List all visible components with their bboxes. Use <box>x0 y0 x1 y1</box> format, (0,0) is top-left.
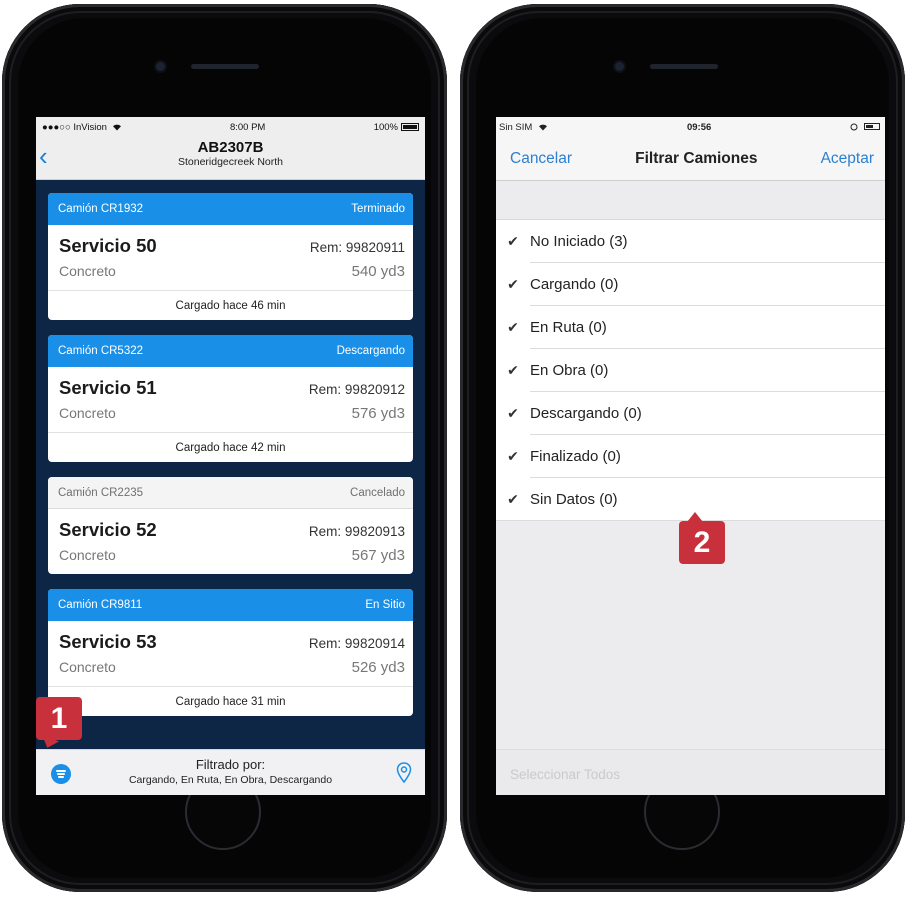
loaded-time: Cargado hace 31 min <box>48 686 413 716</box>
screen-filter-trucks: Sin SIM 09:56 Cancelar Filtrar Camiones … <box>496 117 885 795</box>
earpiece-speaker <box>191 64 259 69</box>
truck-card[interactable]: Camión CR2235 Cancelado Servicio 52 Rem: … <box>48 477 413 574</box>
remission-number: Rem: 99820912 <box>308 382 405 397</box>
cancel-button[interactable]: Cancelar <box>510 150 572 168</box>
carrier-label: ●●●○○ InVision <box>42 122 122 133</box>
status-icons <box>850 122 880 133</box>
filter-option-descargando[interactable]: ✔ Descargando (0) <box>496 392 885 435</box>
page-subtitle: Stoneridgecreek North <box>177 156 284 168</box>
wifi-icon <box>112 124 121 131</box>
material: Concreto <box>59 659 116 675</box>
truck-id: Camión CR2235 <box>58 486 144 499</box>
material: Concreto <box>59 547 116 563</box>
truck-list: Camión CR1932 Terminado Servicio 50 Rem: … <box>36 180 425 716</box>
material: Concreto <box>59 405 116 421</box>
checkmark-icon: ✔ <box>507 362 519 378</box>
clock: 09:56 <box>686 121 712 133</box>
front-camera <box>156 62 165 71</box>
filter-option-no-iniciado[interactable]: ✔ No Iniciado (3) <box>496 220 885 263</box>
screen-truck-list: ●●●○○ InVision 8:00 PM 100% ‹ AB2307B St… <box>36 117 425 795</box>
checkmark-icon: ✔ <box>507 405 519 421</box>
remission-number: Rem: 99820911 <box>309 240 405 255</box>
material: Concreto <box>59 263 116 279</box>
page-title: AB2307B <box>197 139 264 156</box>
truck-card[interactable]: Camión CR9811 En Sitio Servicio 53 Rem: 9… <box>48 589 413 716</box>
accept-button[interactable]: Aceptar <box>821 150 874 168</box>
status-bar: Sin SIM 09:56 <box>496 117 885 137</box>
card-header: Camión CR1932 Terminado <box>48 193 413 225</box>
battery-indicator: 100% <box>374 122 419 133</box>
orientation-lock-icon <box>850 123 858 131</box>
navigation-bar: ‹ AB2307B Stoneridgecreek North <box>36 137 425 180</box>
filter-options-list: ✔ No Iniciado (3) ✔ Cargando (0) ✔ En Ruta … <box>496 220 885 521</box>
battery-icon <box>401 122 419 131</box>
map-pin-icon[interactable] <box>396 762 412 784</box>
earpiece-speaker <box>650 64 718 69</box>
card-header: Camión CR5322 Descargando <box>48 335 413 367</box>
service-name: Servicio 52 <box>59 519 157 540</box>
filter-icon[interactable] <box>51 764 71 784</box>
wifi-icon <box>538 124 547 131</box>
truck-id: Camión CR9811 <box>58 599 143 611</box>
remission-number: Rem: 99820914 <box>308 636 405 651</box>
card-header: Camión CR2235 Cancelado <box>48 477 413 509</box>
truck-id: Camión CR1932 <box>58 203 144 215</box>
filter-option-en-obra[interactable]: ✔ En Obra (0) <box>496 349 885 392</box>
filter-summary-bar[interactable]: Filtrado por: Cargando, En Ruta, En Obra… <box>36 749 425 795</box>
checkmark-icon: ✔ <box>507 319 519 335</box>
battery-icon <box>863 123 880 131</box>
loaded-time: Cargado hace 42 min <box>48 432 413 462</box>
section-spacer <box>496 181 885 220</box>
back-chevron-icon[interactable]: ‹ <box>39 143 48 169</box>
page-title: Filtrar Camiones <box>635 149 758 167</box>
carrier-label: Sin SIM <box>499 122 548 133</box>
truck-card[interactable]: Camión CR1932 Terminado Servicio 50 Rem: … <box>48 193 413 320</box>
filter-label: Filtrado por: <box>195 757 266 772</box>
status-bar: ●●●○○ InVision 8:00 PM 100% <box>36 117 425 137</box>
filter-option-cargando[interactable]: ✔ Cargando (0) <box>496 263 885 306</box>
truck-id: Camión CR5322 <box>58 345 144 357</box>
filter-value: Cargando, En Ruta, En Obra, Descargando <box>128 774 333 786</box>
truck-status: En Sitio <box>365 599 405 611</box>
checkmark-icon: ✔ <box>507 448 519 464</box>
card-body: Servicio 53 Rem: 99820914 Concreto 526 yd3 <box>48 621 413 686</box>
volume: 567 yd3 <box>351 547 405 564</box>
callout-badge-2: 2 <box>679 512 725 564</box>
navigation-bar: Cancelar Filtrar Camiones Aceptar <box>496 137 885 181</box>
callout-badge-1: 1 <box>36 697 82 740</box>
volume: 576 yd3 <box>351 405 405 422</box>
phone-frame-right: Sin SIM 09:56 Cancelar Filtrar Camiones … <box>460 4 905 892</box>
truck-status: Cancelado <box>350 486 405 499</box>
card-body: Servicio 50 Rem: 99820911 Concreto 540 yd3 <box>48 225 413 290</box>
truck-status: Terminado <box>351 203 405 215</box>
card-body: Servicio 52 Rem: 99820913 Concreto 567 yd3 <box>48 509 413 574</box>
card-header: Camión CR9811 En Sitio <box>48 589 413 621</box>
checkmark-icon: ✔ <box>507 233 519 249</box>
truck-status: Descargando <box>336 345 405 357</box>
volume: 540 yd3 <box>351 263 405 280</box>
select-all-button[interactable]: Seleccionar Todos <box>496 749 885 795</box>
service-name: Servicio 51 <box>59 377 157 398</box>
card-body: Servicio 51 Rem: 99820912 Concreto 576 yd3 <box>48 367 413 432</box>
loaded-time: Cargado hace 46 min <box>48 290 413 320</box>
filter-option-finalizado[interactable]: ✔ Finalizado (0) <box>496 435 885 478</box>
checkmark-icon: ✔ <box>507 491 519 507</box>
filter-option-en-ruta[interactable]: ✔ En Ruta (0) <box>496 306 885 349</box>
truck-card[interactable]: Camión CR5322 Descargando Servicio 51 Rem… <box>48 335 413 462</box>
remission-number: Rem: 99820913 <box>308 524 405 539</box>
phone-frame-left: ●●●○○ InVision 8:00 PM 100% ‹ AB2307B St… <box>2 4 447 892</box>
checkmark-icon: ✔ <box>507 276 519 292</box>
service-name: Servicio 53 <box>59 631 157 652</box>
clock: 8:00 PM <box>229 121 266 133</box>
service-name: Servicio 50 <box>59 235 157 256</box>
volume: 526 yd3 <box>351 659 405 676</box>
front-camera <box>615 62 624 71</box>
